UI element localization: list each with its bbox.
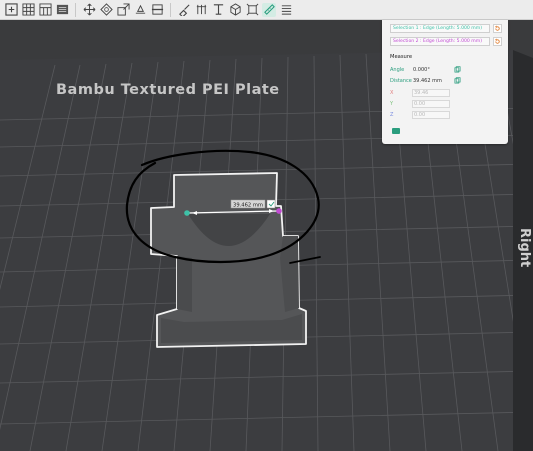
z-label: Z	[390, 111, 394, 118]
angle-value: 0.000°	[413, 66, 430, 73]
x-row: X 39.46	[390, 88, 450, 97]
assembly-icon[interactable]	[245, 3, 259, 17]
scale-icon[interactable]	[116, 3, 130, 17]
z-value: 0.00	[412, 110, 450, 119]
plate-name: Bambu Textured PEI Plate	[56, 82, 280, 98]
x-label: X	[390, 89, 394, 96]
angle-row: Angle 0.000°	[390, 65, 461, 74]
top-toolbar	[0, 0, 533, 20]
grid-icon[interactable]	[21, 3, 35, 17]
rotate-icon[interactable]	[99, 3, 113, 17]
selection1-field[interactable]: Selection 1 : Edge (Length: 5.000 mm)	[390, 24, 490, 33]
copy-angle-icon[interactable]	[453, 66, 461, 74]
z-row: Z 0.00	[390, 110, 450, 119]
variable-layer-icon[interactable]	[279, 3, 293, 17]
y-label: Y	[390, 100, 394, 107]
text-icon[interactable]	[211, 3, 225, 17]
toolbar-separator	[170, 2, 171, 17]
selection1-row: Selection 1 : Edge (Length: 5.000 mm)	[390, 23, 502, 34]
reset-selection2-icon[interactable]	[493, 37, 502, 46]
layout-icon[interactable]	[38, 3, 52, 17]
measure-label: 39.462 mm	[233, 202, 263, 208]
y-row: Y 0.00	[390, 99, 450, 108]
lay-flat-icon[interactable]	[133, 3, 147, 17]
measure-panel: Selection 1 : Edge (Length: 5.000 mm) Se…	[382, 20, 508, 144]
cut-icon[interactable]	[150, 3, 164, 17]
distance-value: 39.462 mm	[413, 77, 442, 84]
plate-icon[interactable]	[55, 3, 69, 17]
x-value: 39.46	[412, 88, 450, 97]
selection2-point[interactable]	[276, 208, 282, 214]
reset-selection1-icon[interactable]	[493, 24, 502, 33]
toolbar-separator	[75, 2, 76, 17]
selection2-row: Selection 2 : Edge (Length: 5.000 mm)	[390, 36, 502, 47]
model-left-face	[177, 256, 192, 312]
copy-measure-icon[interactable]	[266, 199, 276, 209]
box-icon[interactable]	[228, 3, 242, 17]
y-value: 0.00	[412, 99, 450, 108]
angle-label: Angle	[390, 66, 405, 73]
side-label: Right	[517, 228, 532, 267]
move-icon[interactable]	[82, 3, 96, 17]
selection1-point[interactable]	[184, 210, 190, 216]
measure-title: Measure	[390, 54, 413, 60]
add-icon[interactable]	[4, 3, 18, 17]
distance-row: Distance 39.462 mm	[390, 76, 461, 85]
copy-distance-icon[interactable]	[453, 77, 461, 85]
distance-label: Distance	[390, 77, 412, 84]
seam-paint-icon[interactable]	[194, 3, 208, 17]
measure-icon[interactable]	[262, 2, 276, 17]
selection2-field[interactable]: Selection 2 : Edge (Length: 5.000 mm)	[390, 37, 490, 46]
keyboard-shortcut-icon[interactable]	[392, 128, 400, 134]
support-paint-icon[interactable]	[177, 3, 191, 17]
